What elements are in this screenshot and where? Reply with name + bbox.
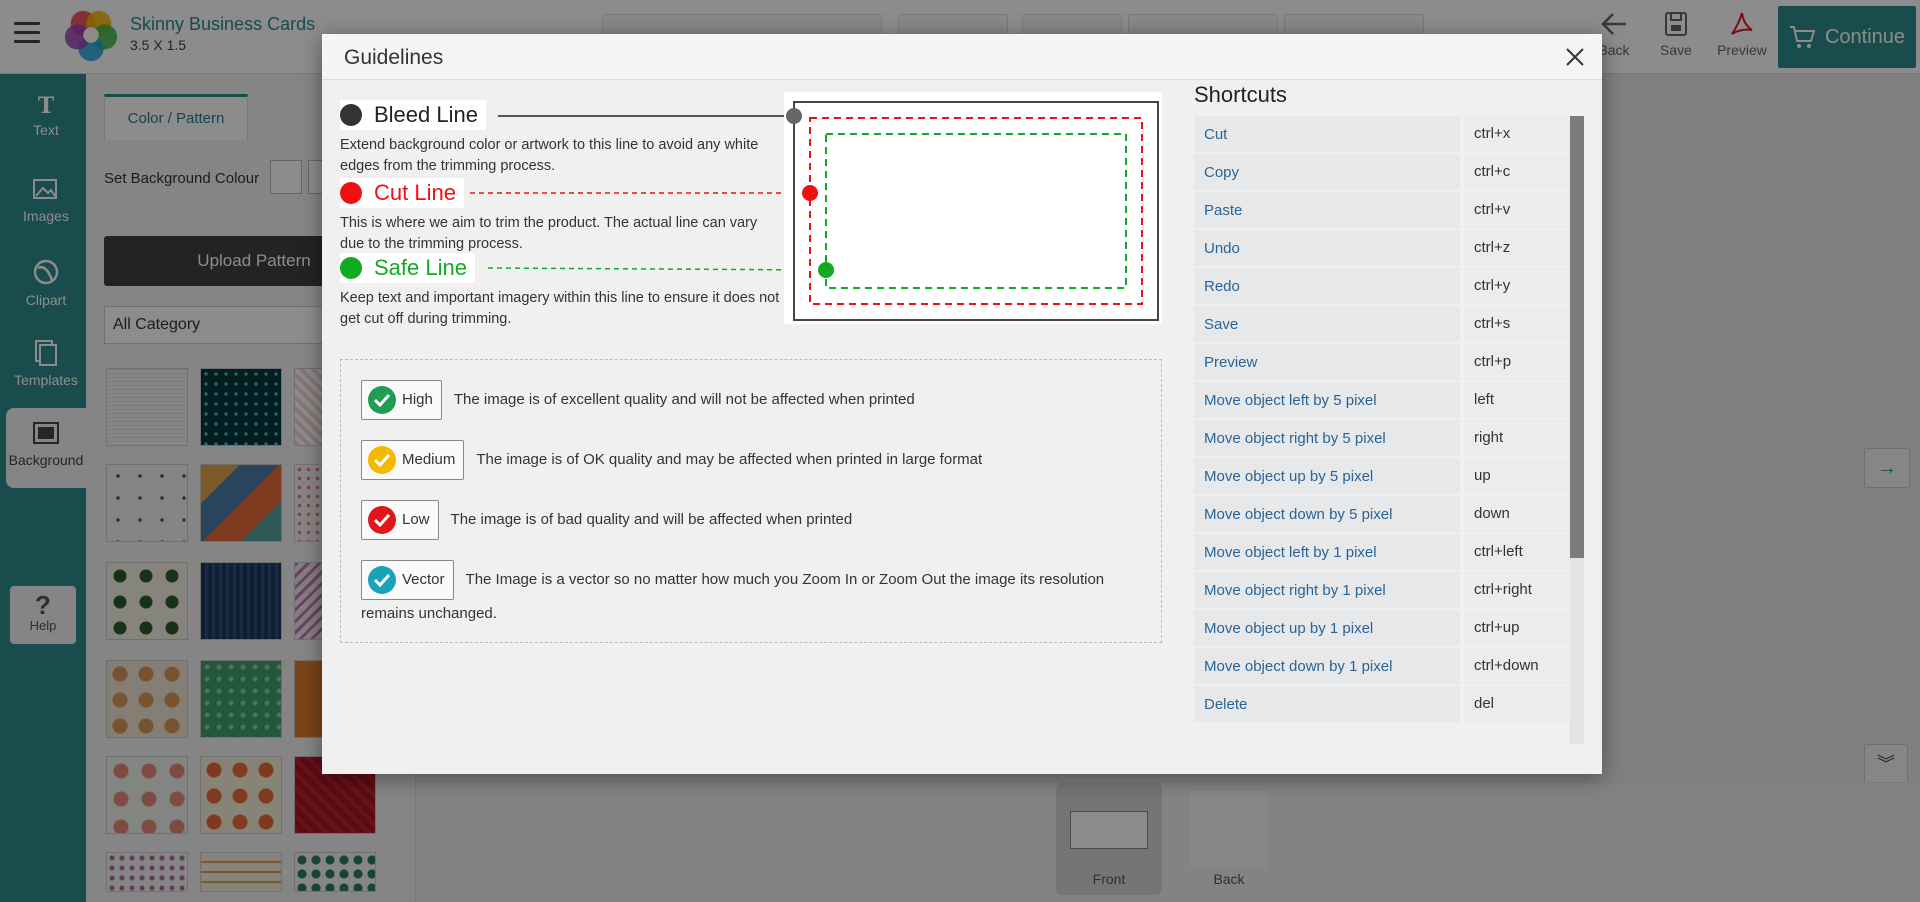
shortcut-keys: ctrl+right xyxy=(1464,572,1570,608)
quality-low-badge: Low xyxy=(361,500,439,540)
shortcut-keys: up xyxy=(1464,458,1570,494)
shortcut-action: Copy xyxy=(1194,154,1460,190)
table-row: Cut ctrl+x xyxy=(1194,116,1570,154)
shortcut-keys: down xyxy=(1464,496,1570,532)
table-row: Move object down by 5 pixel down xyxy=(1194,496,1570,534)
table-row: Redo ctrl+y xyxy=(1194,268,1570,306)
shortcut-keys: ctrl+left xyxy=(1464,534,1570,570)
table-row: Delete del xyxy=(1194,686,1570,724)
quality-vector-badge: Vector xyxy=(361,560,454,600)
guidelines-modal: Guidelines Bleed Line Extend background … xyxy=(322,34,1602,774)
shortcut-keys: ctrl+v xyxy=(1464,192,1570,228)
table-row: Move object left by 1 pixel ctrl+left xyxy=(1194,534,1570,572)
shortcut-action: Move object right by 1 pixel xyxy=(1194,572,1460,608)
shortcuts-scrollbar[interactable] xyxy=(1570,116,1584,744)
shortcut-keys: ctrl+up xyxy=(1464,610,1570,646)
scrollbar-thumb[interactable] xyxy=(1570,116,1584,558)
shortcut-action: Move object right by 5 pixel xyxy=(1194,420,1460,456)
table-row: Save ctrl+s xyxy=(1194,306,1570,344)
table-row: Preview ctrl+p xyxy=(1194,344,1570,382)
table-row: Move object right by 5 pixel right xyxy=(1194,420,1570,458)
shortcut-keys: ctrl+p xyxy=(1464,344,1570,380)
shortcut-action: Move object up by 1 pixel xyxy=(1194,610,1460,646)
shortcuts-title: Shortcuts xyxy=(1194,82,1287,107)
table-row: Paste ctrl+v xyxy=(1194,192,1570,230)
check-icon xyxy=(368,386,396,414)
shortcut-action: Preview xyxy=(1194,344,1460,380)
quality-high-text: The image is of excellent quality and wi… xyxy=(453,390,915,408)
quality-vector-text: The Image is a vector so no matter how m… xyxy=(361,570,1105,622)
shortcut-action: Paste xyxy=(1194,192,1460,228)
table-row: Move object down by 1 pixel ctrl+down xyxy=(1194,648,1570,686)
shortcut-action: Cut xyxy=(1194,116,1460,152)
shortcut-keys: left xyxy=(1464,382,1570,418)
table-row: Undo ctrl+z xyxy=(1194,230,1570,268)
shortcut-keys: ctrl+z xyxy=(1464,230,1570,266)
quality-medium-row: Medium The image is of OK quality and ma… xyxy=(361,440,982,480)
shortcut-keys: ctrl+s xyxy=(1464,306,1570,342)
quality-medium-text: The image is of OK quality and may be af… xyxy=(476,450,983,468)
bleed-cut-safe-diagram xyxy=(784,92,1162,324)
shortcut-action: Move object left by 1 pixel xyxy=(1194,534,1460,570)
check-icon xyxy=(368,566,396,594)
table-row: Move object up by 1 pixel ctrl+up xyxy=(1194,610,1570,648)
shortcut-action: Save xyxy=(1194,306,1460,342)
quality-high-label: High xyxy=(402,391,433,408)
shortcut-action: Move object left by 5 pixel xyxy=(1194,382,1460,418)
check-icon xyxy=(368,506,396,534)
quality-low-label: Low xyxy=(402,511,430,528)
shortcut-action: Undo xyxy=(1194,230,1460,266)
quality-medium-label: Medium xyxy=(402,451,456,468)
quality-legend: High The image is of excellent quality a… xyxy=(340,359,1162,643)
quality-high-row: High The image is of excellent quality a… xyxy=(361,380,915,420)
table-row: Copy ctrl+c xyxy=(1194,154,1570,192)
table-row: Move object left by 5 pixel left xyxy=(1194,382,1570,420)
shortcut-keys: ctrl+x xyxy=(1464,116,1570,152)
check-icon xyxy=(368,446,396,474)
shortcut-keys: ctrl+y xyxy=(1464,268,1570,304)
shortcut-action: Delete xyxy=(1194,686,1460,722)
shortcut-keys: del xyxy=(1464,686,1570,722)
table-row: Move object up by 5 pixel up xyxy=(1194,458,1570,496)
quality-high-badge: High xyxy=(361,380,442,420)
quality-low-row: Low The image is of bad quality and will… xyxy=(361,500,852,540)
shortcut-action: Move object down by 5 pixel xyxy=(1194,496,1460,532)
shortcut-keys: right xyxy=(1464,420,1570,456)
shortcut-keys: ctrl+down xyxy=(1464,648,1570,684)
quality-vector-label: Vector xyxy=(402,571,445,588)
quality-vector-row: Vector The Image is a vector so no matte… xyxy=(361,560,1151,628)
quality-medium-badge: Medium xyxy=(361,440,465,480)
shortcut-action: Redo xyxy=(1194,268,1460,304)
shortcut-keys: ctrl+c xyxy=(1464,154,1570,190)
quality-low-text: The image is of bad quality and will be … xyxy=(450,510,853,528)
shortcut-action: Move object up by 5 pixel xyxy=(1194,458,1460,494)
shortcuts-table[interactable]: Cut ctrl+x Copy ctrl+c Paste ctrl+v Undo ctr… xyxy=(1194,116,1570,744)
shortcut-action: Move object down by 1 pixel xyxy=(1194,648,1460,684)
table-row: Move object right by 1 pixel ctrl+right xyxy=(1194,572,1570,610)
